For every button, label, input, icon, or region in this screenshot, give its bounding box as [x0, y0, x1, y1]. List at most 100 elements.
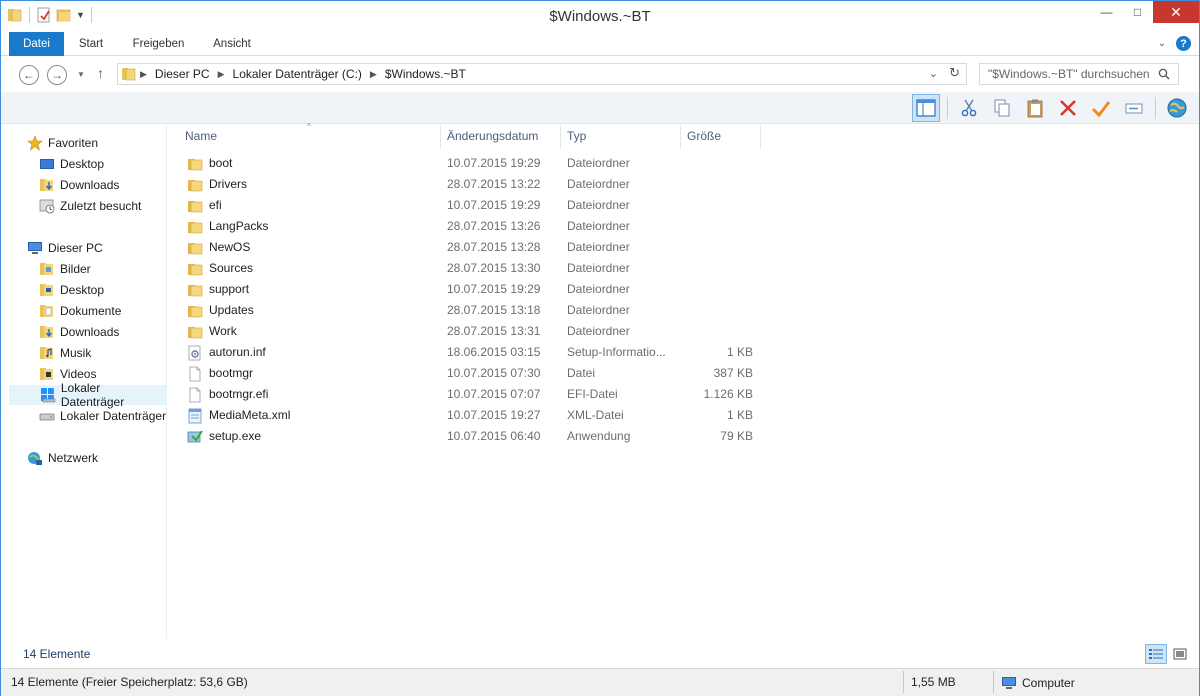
paste-button[interactable] — [1021, 94, 1049, 122]
file-date: 10.07.2015 19:29 — [447, 156, 541, 170]
help-icon[interactable]: ? — [1176, 36, 1191, 51]
address-bar[interactable]: ▶ Dieser PC ▶ Lokaler Datenträger (C:) ▶… — [117, 63, 967, 85]
close-button[interactable]: ✕ — [1153, 1, 1199, 23]
nav-item-musik[interactable]: Musik — [9, 343, 167, 363]
nav-this-pc[interactable]: Dieser PC — [9, 238, 167, 258]
file-type: EFI-Datei — [567, 387, 618, 401]
nav-network[interactable]: Netzwerk — [9, 448, 167, 468]
confirm-button[interactable] — [1087, 94, 1115, 122]
file-name-cell: autorun.inf — [187, 342, 437, 363]
large-icons-view-button[interactable] — [1169, 644, 1191, 664]
file-name: Drivers — [209, 177, 247, 191]
nav-favorites-label: Favoriten — [48, 136, 99, 150]
minimize-button[interactable]: — — [1091, 1, 1122, 23]
up-arrow-icon[interactable]: ↑ — [97, 65, 104, 81]
file-size: 1 KB — [726, 408, 753, 422]
search-input[interactable]: "$Windows.~BT" durchsuchen — [979, 63, 1179, 85]
breadcrumb-dieser-pc[interactable]: Dieser PC — [150, 67, 215, 81]
file-row[interactable]: setup.exe 10.07.2015 06:40 Anwendung 79 KB — [181, 426, 765, 447]
nav-item-label: Lokaler Datenträger — [60, 409, 167, 423]
folder-icon — [187, 261, 203, 277]
file-date: 18.06.2015 03:15 — [447, 345, 541, 359]
nav-item-desktop-fav[interactable]: Desktop — [9, 154, 167, 174]
cut-button[interactable] — [955, 94, 983, 122]
recent-locations-icon[interactable]: ▼ — [77, 70, 85, 79]
music-folder-icon — [40, 347, 53, 359]
file-row[interactable]: bootmgr.efi 10.07.2015 07:07 EFI-Datei 1.12… — [181, 384, 765, 405]
file-row[interactable]: support 10.07.2015 19:29 Dateiordner — [181, 279, 765, 300]
tab-ansicht[interactable]: Ansicht — [198, 32, 266, 56]
file-row[interactable]: efi 10.07.2015 19:29 Dateiordner — [181, 195, 765, 216]
tab-start[interactable]: Start — [65, 32, 117, 56]
file-row[interactable]: LangPacks 28.07.2015 13:26 Dateiordner — [181, 216, 765, 237]
file-name-cell: boot — [187, 153, 437, 174]
expand-ribbon-icon[interactable]: ⌄ — [1158, 38, 1166, 49]
file-date: 10.07.2015 19:27 — [447, 408, 541, 422]
tab-datei[interactable]: Datei — [9, 32, 64, 56]
file-row[interactable]: MediaMeta.xml 10.07.2015 19:27 XML-Datei 1 … — [181, 405, 765, 426]
file-size — [675, 321, 753, 342]
file-row[interactable]: Sources 28.07.2015 13:30 Dateiordner — [181, 258, 765, 279]
status-size: 1,55 MB — [911, 675, 956, 689]
nav-favorites[interactable]: Favoriten — [9, 133, 167, 153]
delete-button[interactable] — [1054, 94, 1082, 122]
setup-exe-icon — [187, 429, 203, 445]
back-button[interactable]: ← — [19, 65, 39, 85]
file-name-cell: setup.exe — [187, 426, 437, 447]
nav-item-bilder[interactable]: Bilder — [9, 259, 167, 279]
nav-item-dokumente[interactable]: Dokumente — [9, 301, 167, 321]
file-row[interactable]: Work 28.07.2015 13:31 Dateiordner — [181, 321, 765, 342]
file-type: Dateiordner — [567, 177, 630, 191]
maximize-button[interactable]: □ — [1122, 1, 1153, 23]
file-row[interactable]: Drivers 28.07.2015 13:22 Dateiordner — [181, 174, 765, 195]
file-date: 10.07.2015 06:40 — [447, 429, 541, 443]
column-header-size[interactable]: Größe — [681, 125, 761, 149]
file-name-cell: Work — [187, 321, 437, 342]
breadcrumb-lokaler-datentraeger[interactable]: Lokaler Datenträger (C:) — [228, 67, 367, 81]
copy-button[interactable] — [988, 94, 1016, 122]
column-header-date[interactable]: Änderungsdatum — [441, 125, 561, 149]
details-view-button[interactable] — [1145, 644, 1167, 664]
file-date: 28.07.2015 13:28 — [447, 240, 541, 254]
network-icon — [28, 452, 42, 465]
nav-item-downloads[interactable]: Downloads — [9, 322, 167, 342]
file-type: Dateiordner — [567, 219, 630, 233]
file-date: 28.07.2015 13:30 — [447, 261, 541, 275]
file-row[interactable]: autorun.inf 18.06.2015 03:15 Setup-Informa… — [181, 342, 765, 363]
nav-this-pc-label: Dieser PC — [48, 241, 103, 255]
tab-freigeben[interactable]: Freigeben — [118, 32, 198, 56]
nav-item-local-disk[interactable]: Lokaler Datenträger — [9, 406, 167, 426]
search-icon[interactable] — [1158, 68, 1170, 80]
breadcrumb-windows-bt[interactable]: $Windows.~BT — [380, 67, 471, 81]
address-dropdown-icon[interactable]: ⌄ — [929, 67, 938, 80]
file-row[interactable]: bootmgr 10.07.2015 07:30 Datei 387 KB — [181, 363, 765, 384]
breadcrumb-arrow-icon[interactable]: ▶ — [137, 69, 150, 80]
file-row[interactable]: NewOS 28.07.2015 13:28 Dateiordner — [181, 237, 765, 258]
nav-item-label: Videos — [60, 367, 97, 381]
refresh-icon[interactable]: ↻ — [949, 65, 960, 81]
folder-icon — [187, 198, 203, 214]
file-date: 10.07.2015 19:29 — [447, 198, 541, 212]
forward-button[interactable]: → — [47, 65, 67, 85]
breadcrumb-arrow-icon[interactable]: ▶ — [367, 69, 380, 80]
file-size — [675, 216, 753, 237]
file-name: MediaMeta.xml — [209, 408, 291, 422]
window-controls: — □ ✕ — [1091, 1, 1199, 23]
column-header-type[interactable]: Typ — [561, 125, 681, 149]
nav-item-downloads-fav[interactable]: Downloads — [9, 175, 167, 195]
file-row[interactable]: Updates 28.07.2015 13:18 Dateiordner — [181, 300, 765, 321]
layout-icon — [916, 99, 936, 117]
column-header-name[interactable]: Name — [179, 125, 441, 149]
rename-button[interactable] — [1120, 94, 1148, 122]
file-name-cell: Sources — [187, 258, 437, 279]
nav-item-label: Dokumente — [60, 304, 122, 318]
globe-button[interactable] — [1163, 94, 1191, 122]
file-name: efi — [209, 198, 222, 212]
nav-item-desktop[interactable]: Desktop — [9, 280, 167, 300]
preview-pane-button[interactable] — [912, 94, 940, 122]
file-row[interactable]: boot 10.07.2015 19:29 Dateiordner — [181, 153, 765, 174]
nav-item-local-disk-c[interactable]: Lokaler Datenträger — [9, 381, 167, 409]
breadcrumb-arrow-icon[interactable]: ▶ — [215, 69, 228, 80]
nav-item-recent[interactable]: Zuletzt besucht — [9, 196, 167, 216]
settings-file-icon — [187, 345, 203, 361]
